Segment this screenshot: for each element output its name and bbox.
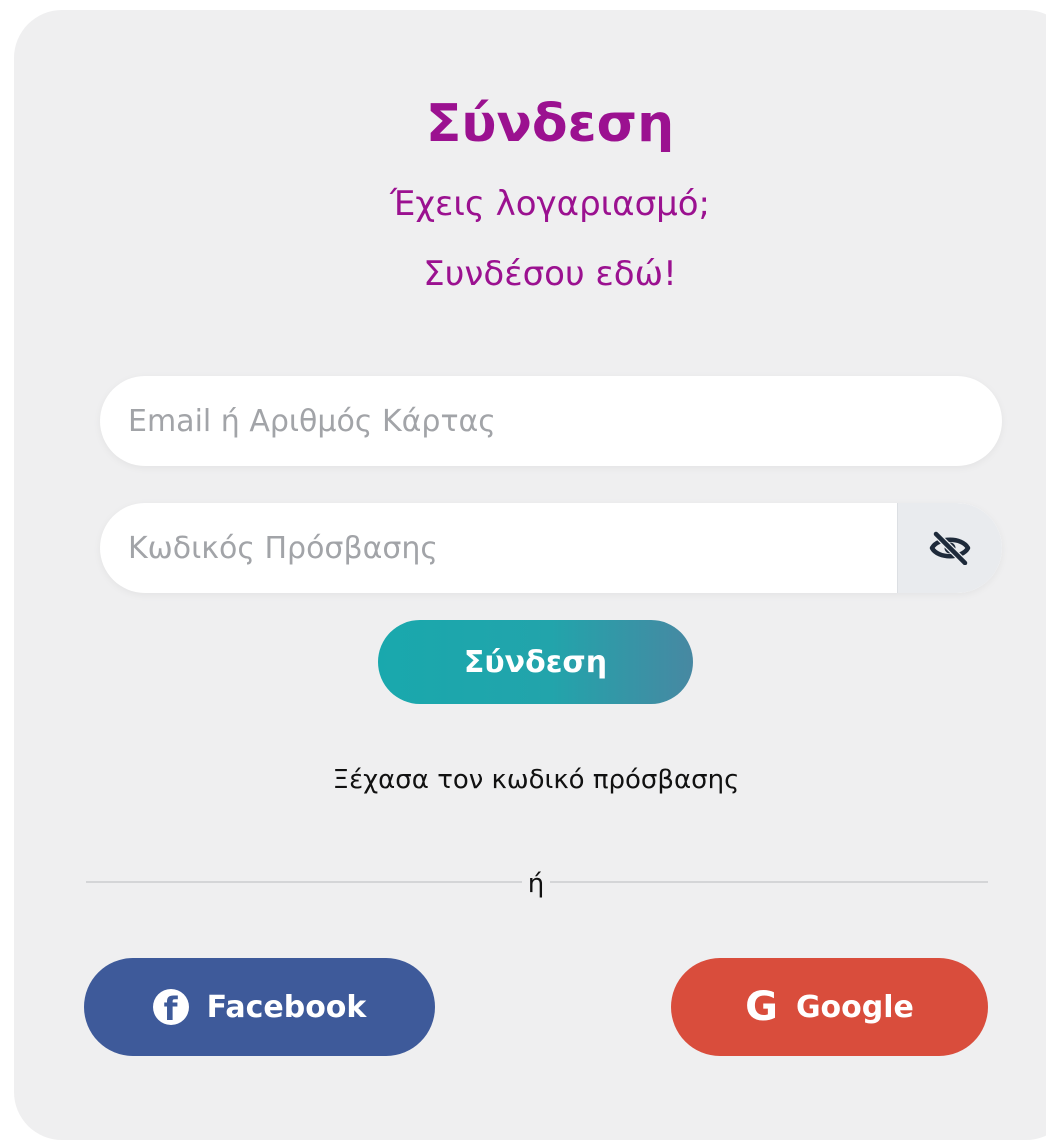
facebook-icon: f	[152, 989, 189, 1025]
or-text: ή	[521, 869, 551, 899]
password-field-wrapper	[100, 503, 1002, 593]
forgot-password-link[interactable]: Ξέχασα τον κωδικό πρόσβασης	[0, 762, 1046, 798]
password-field[interactable]	[100, 503, 898, 593]
facebook-label: Facebook	[206, 989, 367, 1025]
page-title: Σύνδεση	[425, 94, 675, 154]
subtitle-line-1: Έχεις λογαριασμό;	[389, 184, 711, 224]
subtitle-line-2: Συνδέσου εδώ!	[423, 254, 677, 294]
email-field-wrapper	[100, 376, 1002, 466]
google-label: Google	[795, 989, 914, 1025]
google-icon: G	[745, 984, 778, 1030]
login-button[interactable]: Σύνδεση	[378, 620, 693, 704]
divider-or-label: ή	[0, 866, 1046, 902]
eye-slash-icon	[929, 531, 971, 565]
email-field[interactable]	[100, 376, 1002, 466]
google-login-button[interactable]: G Google	[671, 958, 988, 1056]
facebook-login-button[interactable]: f Facebook	[84, 958, 435, 1056]
toggle-password-visibility-button[interactable]	[897, 503, 1002, 593]
